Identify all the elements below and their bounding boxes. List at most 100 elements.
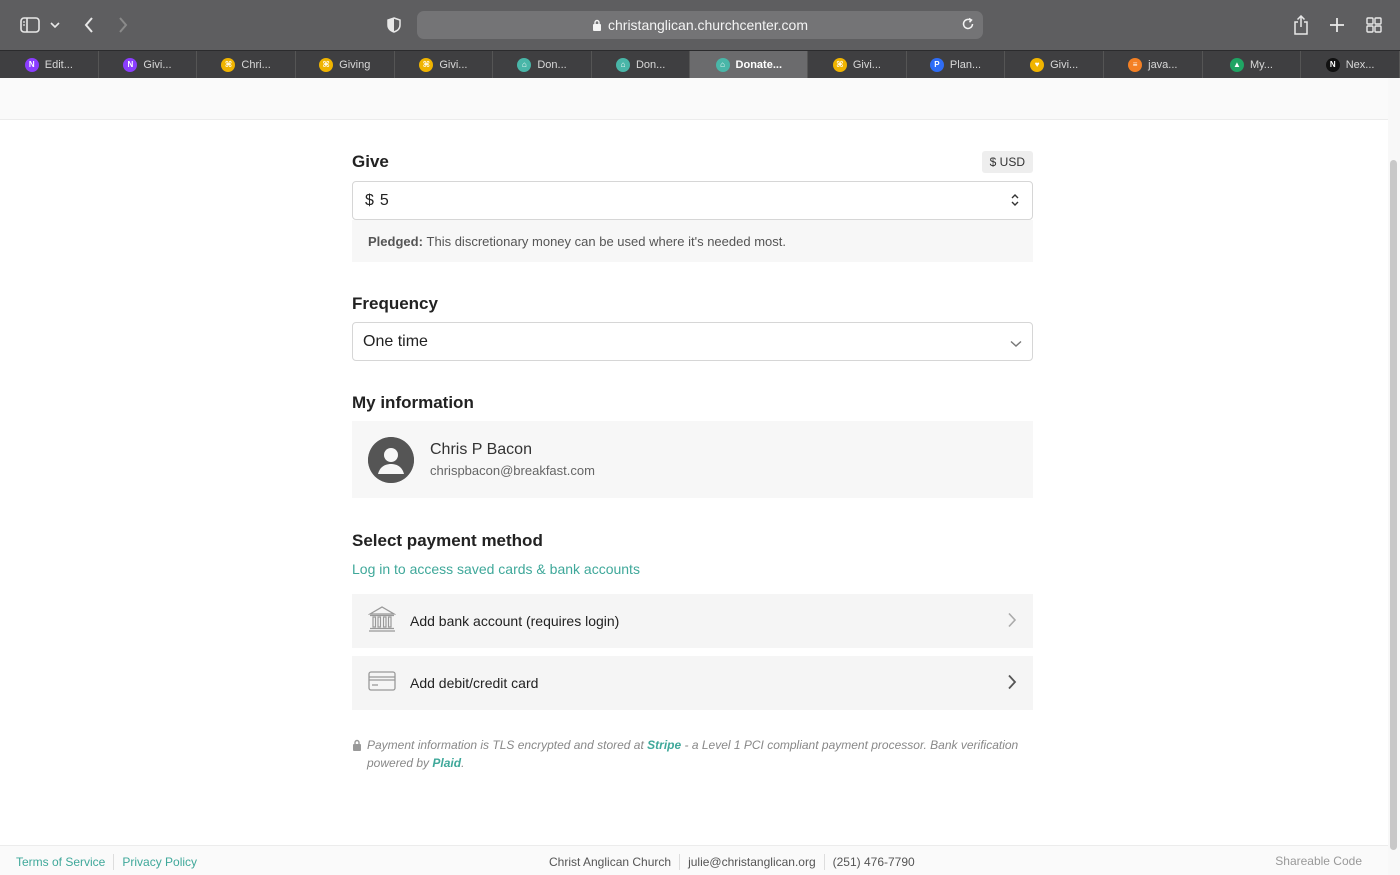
chevron-down-icon [1010, 335, 1022, 353]
lock-icon [592, 19, 602, 31]
divider [823, 854, 825, 870]
bank-account-label: Add bank account (requires login) [410, 613, 620, 629]
tab-label: Don... [537, 58, 567, 71]
share-icon[interactable] [1291, 0, 1311, 50]
browser-tab[interactable]: N Edit... [0, 51, 99, 78]
tab-favicon-icon: N [123, 57, 138, 72]
browser-toolbar: christanglican.churchcenter.com [0, 0, 1400, 50]
tab-favicon-icon: ♥ [1030, 57, 1045, 72]
forward-icon[interactable] [114, 0, 132, 50]
chevron-right-icon [1007, 674, 1017, 695]
currency-badge[interactable]: $ USD [981, 151, 1033, 173]
tab-label: Edit... [44, 58, 73, 71]
tab-label: Don... [635, 58, 666, 71]
url-text: christanglican.churchcenter.com [608, 17, 808, 33]
add-bank-account-button[interactable]: Add bank account (requires login) [352, 594, 1033, 648]
tab-label: Nex... [1345, 58, 1375, 71]
currency-symbol: $ [365, 191, 374, 209]
tab-label: Giving [339, 58, 371, 71]
tab-label: java... [1148, 58, 1178, 71]
tab-label: Givi... [852, 58, 881, 71]
browser-tab[interactable]: N Nex... [1301, 51, 1400, 78]
browser-tab[interactable]: P Plan... [907, 51, 1006, 78]
back-icon[interactable] [80, 0, 98, 50]
contact-email[interactable]: julie@christanglican.org [688, 855, 816, 869]
secure-text-3: . [461, 756, 465, 770]
browser-tab[interactable]: ⌂ Don... [592, 51, 691, 78]
browser-tab[interactable]: ⌘ Givi... [395, 51, 494, 78]
tab-label: Donate... [735, 58, 782, 71]
tab-favicon-icon: P [929, 57, 944, 72]
browser-tab[interactable]: N Givi... [99, 51, 198, 78]
tab-favicon-icon: ⌂ [517, 57, 532, 72]
user-card: Chris P Bacon chrispbacon@breakfast.com [352, 421, 1033, 498]
page-header [0, 78, 1388, 120]
browser-tab[interactable]: ⌘ Givi... [808, 51, 907, 78]
payment-heading: Select payment method [352, 531, 543, 550]
footer: Terms of Service Privacy Policy Christ A… [0, 845, 1388, 875]
donation-form: Give $ USD $ 5 Pledged: This discretiona… [352, 150, 1033, 772]
user-email: chrispbacon@breakfast.com [430, 463, 595, 478]
my-information-heading: My information [352, 393, 474, 412]
bank-icon [367, 605, 397, 637]
chevron-right-icon [1007, 612, 1017, 633]
browser-tab[interactable]: ▲ My... [1203, 51, 1302, 78]
frequency-value: One time [363, 332, 428, 350]
lock-icon [352, 738, 362, 772]
amount-value[interactable]: 5 [380, 192, 389, 210]
add-card-button[interactable]: Add debit/credit card [352, 656, 1033, 710]
browser-tab[interactable]: ⌘ Giving [296, 51, 395, 78]
tab-label: Givi... [439, 58, 468, 71]
tab-label: My... [1249, 58, 1273, 71]
tab-label: Plan... [949, 58, 982, 71]
credit-card-icon [368, 670, 396, 696]
sidebar-toggle-icon[interactable] [18, 0, 42, 50]
shareable-code-link[interactable]: Shareable Code [1275, 854, 1362, 868]
new-tab-icon[interactable] [1328, 0, 1346, 50]
privacy-link[interactable]: Privacy Policy [122, 855, 197, 869]
reload-icon[interactable] [961, 17, 975, 34]
address-bar[interactable]: christanglican.churchcenter.com [417, 11, 983, 39]
tab-favicon-icon: ⌘ [419, 57, 434, 72]
scrollbar-track[interactable] [1388, 78, 1400, 875]
frequency-select[interactable]: One time [352, 322, 1033, 361]
scrollbar-thumb[interactable] [1390, 160, 1397, 850]
frequency-heading: Frequency [352, 294, 438, 313]
amount-input[interactable]: $ 5 [352, 181, 1033, 220]
church-name: Christ Anglican Church [549, 855, 672, 869]
secure-text-1: Payment information is TLS encrypted and… [367, 738, 648, 752]
avatar-icon [368, 436, 414, 483]
plaid-link[interactable]: Plaid [432, 756, 461, 770]
chevron-down-icon[interactable] [48, 0, 62, 50]
privacy-shield-icon[interactable] [385, 0, 403, 50]
tab-label: Chri... [241, 58, 271, 71]
stepper-icon[interactable] [1010, 192, 1020, 213]
browser-tab[interactable]: ♥ Givi... [1005, 51, 1104, 78]
pledged-label: Pledged: [368, 233, 423, 249]
login-link[interactable]: Log in to access saved cards & bank acco… [352, 561, 1033, 577]
tab-favicon-icon: ⌘ [319, 57, 334, 72]
tab-favicon-icon: ⌘ [832, 57, 847, 72]
tab-favicon-icon: ⌘ [221, 57, 236, 72]
divider [113, 854, 115, 870]
pledge-note: Pledged: This discretionary money can be… [352, 220, 1033, 262]
stripe-link[interactable]: Stripe [647, 738, 681, 752]
security-note: Payment information is TLS encrypted and… [352, 736, 1033, 772]
tab-favicon-icon: N [1325, 57, 1340, 72]
tab-overview-icon[interactable] [1365, 0, 1383, 50]
browser-tab[interactable]: ⌂ Don... [493, 51, 592, 78]
divider [679, 854, 681, 870]
contact-phone[interactable]: (251) 476-7790 [833, 855, 915, 869]
give-heading: Give [352, 152, 389, 171]
tab-label: Givi... [1050, 58, 1079, 71]
tab-favicon-icon: ⌂ [715, 57, 730, 72]
card-label: Add debit/credit card [410, 675, 539, 691]
browser-tab[interactable]: ≡ java... [1104, 51, 1203, 78]
tab-favicon-icon: ▲ [1229, 57, 1244, 72]
browser-tab[interactable]: ⌘ Chri... [197, 51, 296, 78]
terms-link[interactable]: Terms of Service [16, 855, 105, 869]
pledged-text: This discretionary money can be used whe… [426, 233, 786, 249]
browser-tab[interactable]: ⌂ Donate... [690, 51, 809, 78]
tab-favicon-icon: ≡ [1128, 57, 1143, 72]
tab-favicon-icon: ⌂ [615, 57, 630, 72]
